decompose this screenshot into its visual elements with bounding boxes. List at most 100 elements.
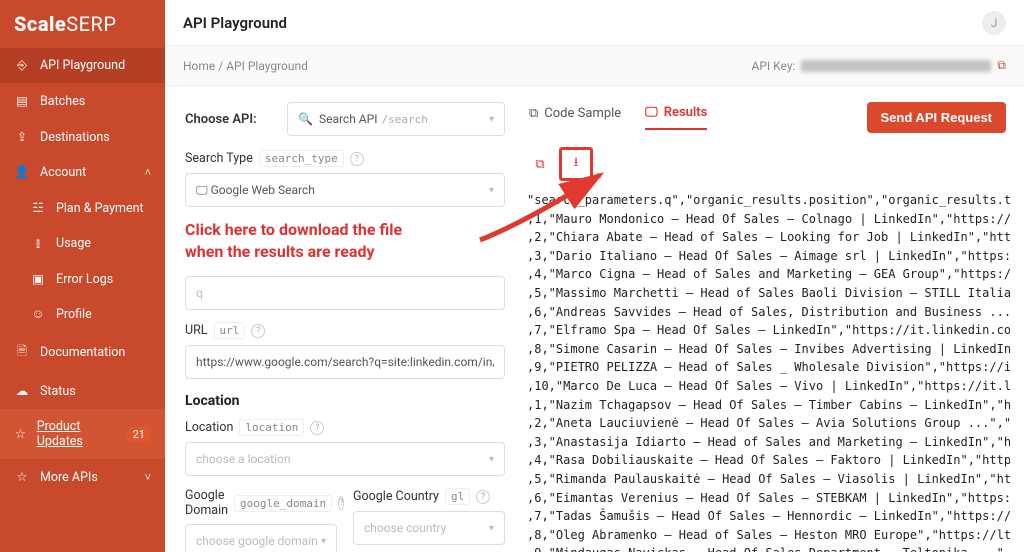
results-panel: ⧉ Code Sample 🖵 Results Send API Request…	[525, 102, 1024, 552]
chevron-down-icon: ▾	[321, 536, 326, 547]
nav-icon: ⎆	[14, 58, 30, 73]
nav-label: Batches	[40, 94, 85, 109]
url-input[interactable]: https://www.google.com/search?q=site:lin…	[185, 345, 505, 379]
q-input[interactable]: q	[185, 276, 505, 310]
results-line: ,6,"Andreas Savvides – Head of Sales, Di…	[527, 303, 1010, 322]
nav-icon: ☆	[14, 469, 30, 485]
search-type-select[interactable]: 🖵 Google Web Search ▾	[185, 173, 505, 207]
download-callout: Click here to download the file when the…	[185, 219, 505, 262]
monitor-icon: 🖵	[196, 183, 208, 198]
results-line: ,3,"Dario Italiano – Head Of Sales – Aim…	[527, 247, 1010, 266]
sidebar-item-api-playground[interactable]: ⎆ API Playground	[0, 48, 165, 83]
sidebar-item-more-apis[interactable]: ☆ More APIs ˅	[0, 459, 165, 495]
sidebar-nav: ⎆ API Playground ▤ Batches ⇪Destinations 👤 Acc…	[0, 48, 165, 495]
sidebar-item-batches[interactable]: ▤ Batches	[0, 83, 165, 119]
brand-part2: SERP	[66, 12, 116, 36]
nav-icon: 🗎	[14, 342, 30, 363]
results-line: ,1,"Nazim Tchagapsov – Head Of Sales – T…	[527, 396, 1010, 415]
topbar: API Playground J	[165, 0, 1024, 46]
nav-label: API Playground	[40, 58, 125, 73]
results-line: ,10,"Marco De Luca – Head Of Sales – Viv…	[527, 377, 1010, 396]
nav-label: Profile	[56, 307, 92, 322]
search-icon: 🔍	[298, 112, 313, 126]
results-header-line: "search_parameters.q","organic_results.p…	[527, 191, 1010, 210]
nav-label: More APIs	[40, 470, 98, 485]
nav-label: Documentation	[40, 345, 125, 360]
send-api-request-button[interactable]: Send API Request	[867, 102, 1006, 133]
search-type-label: Search Type	[185, 151, 253, 166]
help-icon[interactable]: ?	[251, 324, 265, 338]
nav-label: Error Logs	[56, 272, 113, 287]
nav-icon: ▣	[30, 271, 46, 287]
nav-icon: ⫾	[30, 236, 46, 251]
copy-icon[interactable]: ⧉	[997, 58, 1006, 73]
nav-label: Account	[40, 165, 86, 180]
brand-logo: ScaleSERP	[0, 0, 165, 48]
sidebar-item-plan-payment[interactable]: ☳Plan & Payment	[0, 190, 165, 226]
gdomain-select[interactable]: choose google domain ▾	[185, 524, 337, 552]
copy-results-button[interactable]: ⧉	[527, 151, 553, 177]
results-toolbar: ⧉ ⭳	[525, 141, 1010, 189]
chevron-icon: ˄	[145, 166, 151, 179]
nav-icon: ☁	[14, 383, 30, 399]
chevron-down-icon: ▾	[489, 185, 494, 196]
tabs-row: ⧉ Code Sample 🖵 Results Send API Request	[525, 102, 1010, 141]
results-line: ,8,"Simone Casarin – Head Of Sales – Inv…	[527, 340, 1010, 359]
results-line: ,2,"Chiara Abate – Head of Sales – Looki…	[527, 228, 1010, 247]
results-line: ,6,"Eimantas Verenius – Head Of Sales – …	[527, 489, 1010, 508]
help-icon[interactable]: ?	[476, 490, 490, 504]
gcountry-param: gl	[445, 488, 470, 505]
copy-icon: ⧉	[535, 157, 544, 172]
nav-icon: 👤	[14, 165, 30, 180]
sidebar-item-error-logs[interactable]: ▣ Error Logs	[0, 261, 165, 297]
location-param: location	[239, 419, 304, 436]
nav-icon: ☳	[30, 200, 46, 216]
choose-api-label: Choose API:	[185, 112, 275, 127]
results-output[interactable]: "search_parameters.q","organic_results.p…	[525, 189, 1010, 552]
results-line: ,7,"Tadas Šamušis – Head Of Sales – Henn…	[527, 507, 1010, 526]
gdomain-label: Google Domain	[185, 488, 228, 518]
page-title: API Playground	[183, 14, 287, 32]
help-icon[interactable]: ?	[350, 152, 364, 166]
sidebar-item-product-updates[interactable]: ☆ Product Updates 21	[0, 409, 165, 459]
help-icon[interactable]: ?	[338, 496, 344, 510]
breadcrumb-home[interactable]: Home	[183, 59, 215, 73]
download-results-button[interactable]: ⭳	[559, 147, 593, 181]
results-line: ,2,"Aneta Lauciuvienė – Head Of Sales – …	[527, 414, 1010, 433]
content: Choose API: 🔍 Search API /search ▾ Searc…	[165, 86, 1024, 552]
gdomain-param: google_domain	[234, 495, 332, 512]
help-icon[interactable]: ?	[310, 421, 324, 435]
url-param: url	[214, 322, 246, 339]
sidebar-item-status[interactable]: ☁Status	[0, 373, 165, 409]
sidebar-item-profile[interactable]: ☺Profile	[0, 297, 165, 332]
monitor-icon: 🖵	[645, 105, 658, 120]
chevron-icon: ˅	[145, 471, 151, 484]
tab-results[interactable]: 🖵 Results	[645, 105, 707, 130]
nav-label: Product Updates	[37, 419, 111, 449]
results-line: ,4,"Rasa Dobiliauskaite – Head Of Sales …	[527, 451, 1010, 470]
tab-code-sample[interactable]: ⧉ Code Sample	[529, 106, 621, 129]
avatar[interactable]: J	[982, 11, 1006, 35]
nav-icon: ▤	[14, 93, 30, 109]
search-type-param: search_type	[259, 150, 344, 167]
breadcrumb: Home / API Playground	[183, 59, 308, 73]
download-icon: ⭳	[574, 153, 579, 175]
breadcrumb-bar: Home / API Playground API Key: ⧉	[165, 46, 1024, 86]
sidebar-item-documentation[interactable]: 🗎 Documentation	[0, 332, 165, 373]
sidebar: ScaleSERP ⎆ API Playground ▤ Batches ⇪Destin…	[0, 0, 165, 552]
location-select[interactable]: choose a location ▾	[185, 442, 505, 476]
choose-api-select[interactable]: 🔍 Search API /search ▾	[287, 102, 505, 136]
sidebar-item-destinations[interactable]: ⇪Destinations	[0, 119, 165, 155]
api-key-label: API Key:	[752, 59, 796, 73]
sidebar-item-account[interactable]: 👤 Account ˄	[0, 155, 165, 190]
breadcrumb-current: API Playground	[226, 59, 308, 73]
api-key-value-blurred	[801, 60, 991, 72]
sidebar-item-usage[interactable]: ⫾Usage	[0, 226, 165, 261]
gcountry-select[interactable]: choose country ▾	[353, 511, 505, 545]
chevron-down-icon: ▾	[489, 454, 494, 465]
results-line: ,7,"Elframo Spa – Head Of Sales – Linked…	[527, 321, 1010, 340]
brand-part1: Scale	[14, 12, 66, 36]
nav-badge: 21	[127, 427, 151, 442]
nav-icon: ☆	[14, 426, 27, 442]
form-panel: Choose API: 🔍 Search API /search ▾ Searc…	[165, 102, 525, 552]
